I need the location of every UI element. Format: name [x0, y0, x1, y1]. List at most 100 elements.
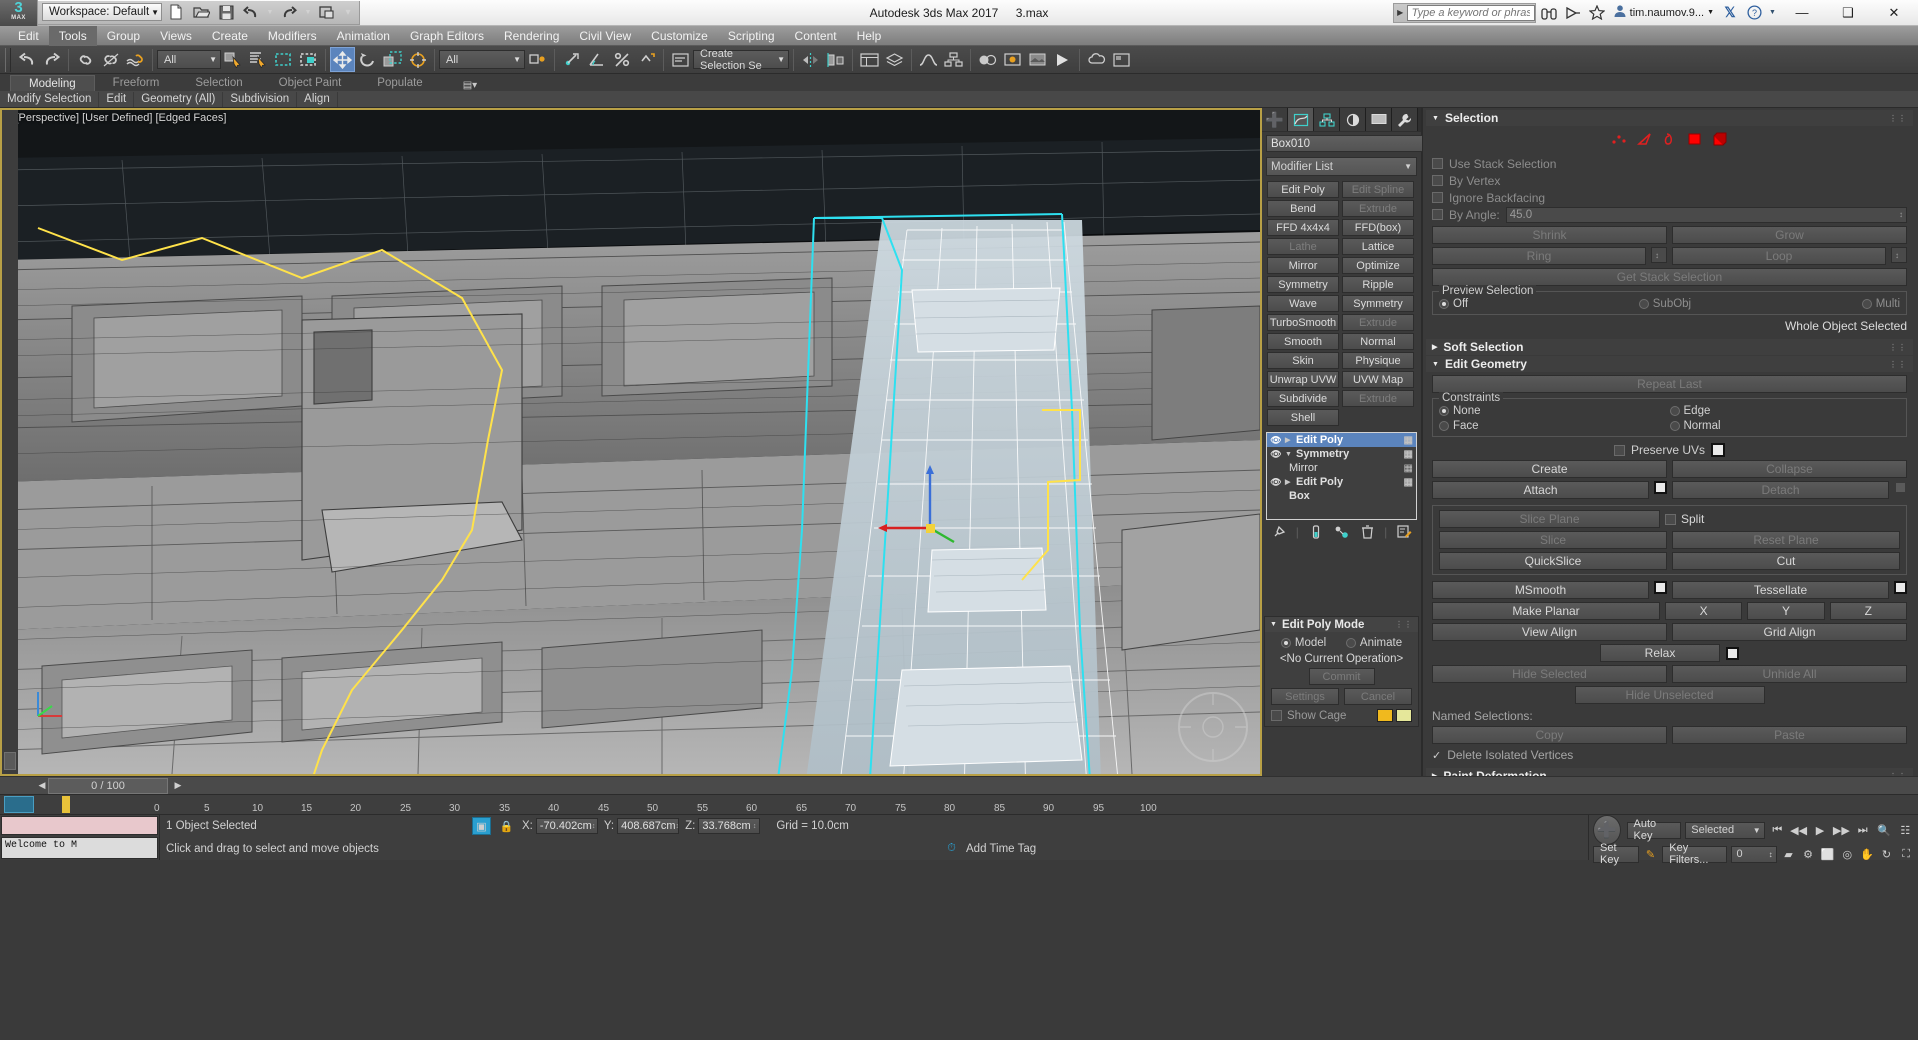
save-icon[interactable] — [215, 2, 237, 22]
modifier-button[interactable]: Subdivide — [1267, 390, 1339, 407]
preserve-uvs-settings-icon[interactable] — [1711, 443, 1726, 457]
redo-dropdown-icon[interactable]: ▼ — [303, 2, 313, 22]
selection-rollout-header[interactable]: ▼ Selection ⋮⋮ — [1426, 110, 1913, 126]
modifier-button[interactable]: Normal — [1342, 333, 1414, 350]
edit-poly-mode-header[interactable]: ▼ Edit Poly Mode ⋮⋮ — [1265, 617, 1418, 632]
viewport-vertical-scrollbar[interactable] — [2, 110, 18, 774]
lock-selection-icon[interactable]: 🔒 — [497, 817, 516, 835]
binoculars-icon[interactable] — [1538, 2, 1560, 24]
zoom-extents-icon[interactable]: ⬜ — [1820, 845, 1836, 863]
edit-poly-mode-model-radio[interactable]: Model — [1280, 637, 1326, 649]
menu-item-customize[interactable]: Customize — [641, 26, 718, 46]
by-vertex-checkbox[interactable] — [1432, 175, 1443, 186]
paste-button[interactable]: Paste — [1672, 726, 1907, 744]
modifier-button[interactable]: Wave — [1267, 295, 1339, 312]
make-planar-button[interactable]: Make Planar — [1432, 602, 1660, 620]
commit-button[interactable]: Commit — [1308, 668, 1375, 685]
modifier-stack-row[interactable]: 👁 ▼ Symmetry ▦ — [1267, 447, 1416, 461]
modifier-button[interactable]: Extrude — [1342, 390, 1414, 407]
restore-button[interactable]: ❑ — [1826, 0, 1870, 26]
panel-edit[interactable]: Edit — [99, 91, 135, 107]
detach-button[interactable]: Detach — [1672, 481, 1889, 499]
copy-button[interactable]: Copy — [1432, 726, 1667, 744]
time-tag-icon[interactable]: ⏱ — [942, 840, 961, 858]
coordinate-z[interactable]: Z: 33.768cm ↕ — [685, 818, 761, 835]
expand-arrow-icon[interactable]: ▶ — [1285, 436, 1293, 444]
current-frame-indicator[interactable]: 0 / 100 — [48, 778, 168, 794]
maxscript-output-line[interactable]: Welcome to M — [1, 836, 158, 859]
next-frame-icon[interactable]: ▶▶ — [1833, 821, 1850, 839]
detach-settings-icon[interactable] — [1894, 481, 1907, 494]
coordinate-x[interactable]: X: -70.402cm ↕ — [522, 818, 598, 835]
repeat-last-button[interactable]: Repeat Last — [1432, 375, 1907, 393]
search-input[interactable] — [1406, 4, 1535, 21]
star-icon[interactable] — [1586, 2, 1608, 24]
loop-button[interactable]: Loop — [1672, 247, 1886, 265]
modifier-button[interactable]: Lattice — [1342, 238, 1414, 255]
zoom-all-icon[interactable]: ☷ — [1897, 821, 1914, 839]
tessellate-button[interactable]: Tessellate — [1672, 581, 1889, 599]
select-scale-icon[interactable] — [380, 47, 405, 72]
by-vertex-row[interactable]: By Vertex — [1432, 172, 1907, 189]
grow-button[interactable]: Grow — [1672, 226, 1907, 244]
modifier-button[interactable]: Symmetry — [1267, 276, 1339, 293]
selection-lock-toggle-icon[interactable]: ▣ — [472, 817, 491, 836]
modifier-button[interactable]: Mirror — [1267, 257, 1339, 274]
modifier-stack-row[interactable]: Box — [1267, 489, 1416, 503]
modifier-button[interactable]: UVW Map — [1342, 371, 1414, 388]
edit-geometry-rollout-header[interactable]: ▼ Edit Geometry ⋮⋮ — [1426, 356, 1913, 372]
tab-freeform[interactable]: Freeform — [95, 75, 178, 91]
redo-icon[interactable] — [278, 2, 300, 22]
modifier-stack-row[interactable]: 👁 ▶ Edit Poly ▦ — [1267, 475, 1416, 489]
track-bar[interactable]: ◀ 0 / 100 ▶ — [0, 776, 1918, 794]
key-filters-button[interactable]: Key Filters... — [1662, 842, 1727, 866]
configure-modifier-sets-icon[interactable] — [1395, 524, 1413, 540]
search-box[interactable]: ▶ — [1392, 2, 1536, 23]
select-object-icon[interactable] — [221, 47, 246, 72]
use-stack-selection-checkbox[interactable] — [1432, 158, 1443, 169]
tab-populate[interactable]: Populate — [359, 75, 440, 91]
constraint-edge-radio[interactable]: Edge — [1669, 405, 1901, 417]
ring-button[interactable]: Ring — [1432, 247, 1646, 265]
menu-item-tools[interactable]: Tools — [48, 25, 97, 46]
menu-item-views[interactable]: Views — [150, 26, 202, 46]
select-link-icon[interactable] — [73, 47, 98, 72]
rectangle-select-icon[interactable] — [271, 47, 296, 72]
frame-number-field[interactable]: 0 ↕ — [1730, 845, 1777, 863]
paint-deformation-rollout-header[interactable]: ▶ Paint Deformation ⋮⋮ — [1426, 768, 1913, 776]
modifier-button[interactable]: Lathe — [1267, 238, 1339, 255]
percent-snap-icon[interactable] — [609, 47, 634, 72]
grid-align-button[interactable]: Grid Align — [1672, 623, 1907, 641]
visibility-eye-icon[interactable]: 👁 — [1270, 449, 1282, 460]
cage-color-swatch-1[interactable] — [1377, 709, 1393, 722]
viewcube-navigator-icon[interactable] — [1170, 684, 1256, 770]
ribbon-options-icon[interactable]: ▤▾ — [463, 80, 477, 91]
menu-item-graph-editors[interactable]: Graph Editors — [400, 26, 494, 46]
modifier-button[interactable]: Edit Poly — [1267, 181, 1339, 198]
by-angle-row[interactable]: By Angle: 45.0 ↕ — [1432, 206, 1907, 223]
help-icon[interactable]: ? — [1743, 2, 1765, 24]
modifier-button[interactable]: Bend — [1267, 200, 1339, 217]
orbit-icon[interactable]: ↻ — [1879, 845, 1895, 863]
loop-spinner[interactable]: ↕ — [1891, 247, 1907, 263]
preview-subobj-radio[interactable]: SubObj — [1638, 298, 1691, 310]
make-planar-x-button[interactable]: X — [1665, 602, 1743, 620]
make-planar-z-button[interactable]: Z — [1829, 602, 1907, 620]
modifier-button[interactable]: Smooth — [1267, 333, 1339, 350]
material-editor-icon[interactable] — [975, 47, 1000, 72]
modifier-stack-row[interactable]: Mirror ▦ — [1267, 461, 1416, 475]
edit-named-selection-icon[interactable] — [668, 47, 693, 72]
collapse-button[interactable]: Collapse — [1672, 460, 1907, 478]
constraint-face-radio[interactable]: Face — [1439, 420, 1670, 432]
menu-item-group[interactable]: Group — [97, 26, 150, 46]
motion-tab-icon[interactable] — [1340, 108, 1366, 131]
msmooth-button[interactable]: MSmooth — [1432, 581, 1649, 599]
frame-next-icon[interactable]: ▶ — [172, 780, 184, 791]
by-angle-spinner[interactable]: 45.0 ↕ — [1505, 206, 1907, 223]
user-account-menu[interactable]: tim.naumov.9... ▼ — [1610, 4, 1717, 21]
modifier-button[interactable]: Skin — [1267, 352, 1339, 369]
coordinate-y[interactable]: Y: 408.687cm ↕ — [604, 818, 680, 835]
menu-item-civil-view[interactable]: Civil View — [569, 26, 641, 46]
open-ui-explorer-icon[interactable] — [1109, 47, 1134, 72]
collapse-arrow-icon[interactable]: ▼ — [1285, 451, 1293, 458]
